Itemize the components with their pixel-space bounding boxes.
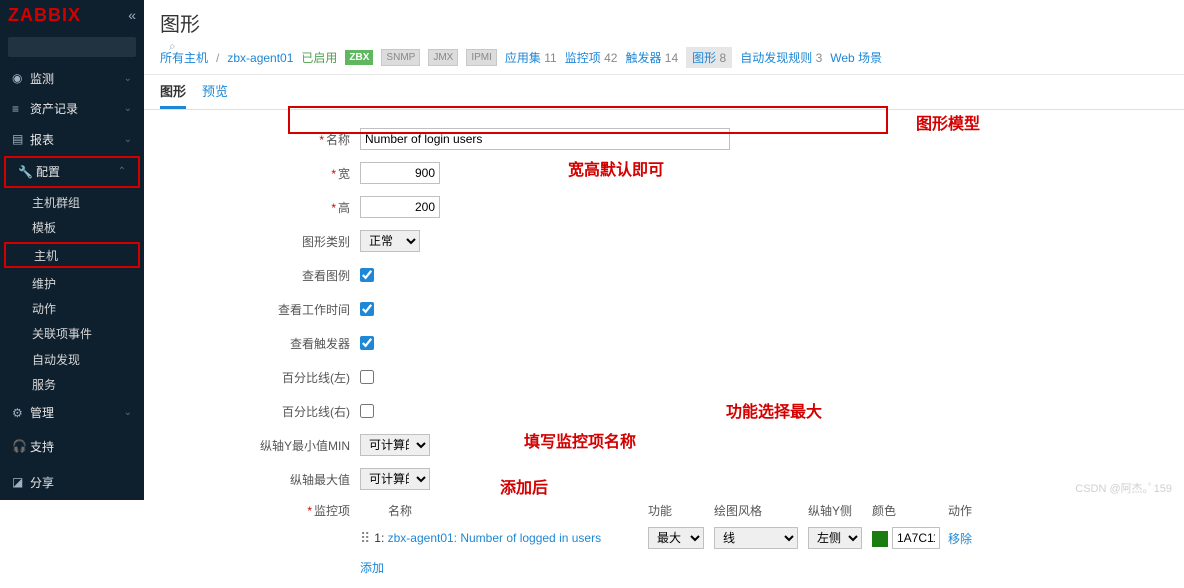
chevron-down-icon: ⌄ (124, 134, 132, 145)
col-yaxis: 纵轴Y侧 (808, 502, 872, 519)
tab-graph[interactable]: 图形 (160, 81, 186, 109)
trigger-checkbox[interactable] (360, 336, 374, 350)
tab-preview[interactable]: 预览 (202, 81, 228, 109)
drag-icon[interactable]: ⠿ (360, 530, 370, 547)
bc-discovery[interactable]: 自动发现规则 3 (740, 49, 822, 66)
fn-select[interactable]: 最大 (648, 527, 704, 549)
width-input[interactable] (360, 162, 440, 184)
nav-admin-label: 管理 (30, 404, 54, 421)
search[interactable]: ⌕ (8, 37, 136, 57)
ymin-select[interactable]: 可计算的 (360, 434, 430, 456)
jmx-badge: JMX (428, 49, 458, 66)
share-icon: ◪ (12, 475, 30, 489)
bc-graphs[interactable]: 图形 8 (686, 47, 732, 68)
chevron-down-icon: ⌄ (124, 73, 132, 84)
col-style: 绘图风格 (714, 502, 808, 519)
color-input[interactable] (892, 527, 940, 549)
legend-label: 查看图例 (160, 267, 360, 284)
nav-monitor-label: 监测 (30, 70, 54, 87)
sub-template[interactable]: 模板 (0, 215, 144, 240)
sub-corr[interactable]: 关联项事件 (0, 321, 144, 346)
nav-share-label: 分享 (30, 474, 54, 491)
bc-triggers[interactable]: 触发器 14 (625, 49, 678, 66)
logo: ZABBIX (8, 5, 81, 26)
sub-action[interactable]: 动作 (0, 296, 144, 321)
height-input[interactable] (360, 196, 440, 218)
item-row: ⠿ 1: zbx-agent01: Number of logged in use… (360, 527, 1168, 549)
sub-hostgroup[interactable]: 主机群组 (0, 190, 144, 215)
chevron-down-icon: ⌄ (124, 407, 132, 418)
yaxis-select[interactable]: 左侧 (808, 527, 862, 549)
enabled-badge: 已启用 (301, 49, 337, 66)
ymax-select[interactable]: 可计算的 (360, 468, 430, 490)
style-select[interactable]: 线 (714, 527, 798, 549)
bc-apps[interactable]: 应用集 11 (505, 49, 557, 66)
chevron-up-icon: ⌃ (118, 166, 126, 177)
nav-support[interactable]: 🎧支持 (0, 428, 144, 464)
width-label: 宽 (338, 167, 350, 181)
eye-icon: ◉ (12, 71, 30, 85)
nav-config-label: 配置 (36, 163, 60, 180)
color-swatch[interactable] (872, 531, 888, 547)
bc-all-hosts[interactable]: 所有主机 (160, 49, 208, 66)
worktime-checkbox[interactable] (360, 302, 374, 316)
col-name: 名称 (360, 502, 648, 519)
type-label: 图形类别 (160, 233, 360, 250)
pleft-checkbox[interactable] (360, 370, 374, 384)
headset-icon: 🎧 (12, 439, 30, 453)
watermark: CSDN @阿杰｡ﾟ159 (1075, 480, 1172, 496)
remove-link[interactable]: 移除 (948, 532, 972, 546)
col-fn: 功能 (648, 502, 714, 519)
item-link[interactable]: zbx-agent01: Number of logged in users (388, 531, 601, 545)
nav-admin[interactable]: ⚙管理 ⌄ (0, 398, 144, 429)
ymax-label: 纵轴最大值 (160, 471, 360, 488)
breadcrumb: 所有主机 / zbx-agent01 已启用 ZBX SNMP JMX IPMI 应用… (144, 41, 1184, 75)
name-label: 名称 (326, 133, 350, 147)
worktime-label: 查看工作时间 (160, 301, 360, 318)
items-label: 监控项 (314, 504, 350, 518)
height-label: 高 (338, 201, 350, 215)
nav-report[interactable]: ▤报表 ⌄ (0, 124, 144, 155)
bc-items[interactable]: 监控项 42 (565, 49, 618, 66)
snmp-badge: SNMP (381, 49, 420, 66)
sub-service[interactable]: 服务 (0, 372, 144, 397)
doc-icon: ▤ (12, 132, 30, 146)
bc-host[interactable]: zbx-agent01 (227, 51, 293, 65)
pleft-label: 百分比线(左) (160, 369, 360, 386)
wrench-icon: 🔧 (18, 165, 36, 179)
trigger-label: 查看触发器 (160, 335, 360, 352)
nav-asset[interactable]: ≡资产记录 ⌄ (0, 93, 144, 124)
chevron-down-icon: ⌄ (124, 103, 132, 114)
sub-host[interactable]: 主机 (4, 242, 140, 268)
col-action: 动作 (948, 502, 1008, 519)
sub-maint[interactable]: 维护 (0, 270, 144, 295)
gear-icon: ⚙ (12, 406, 30, 420)
pright-checkbox[interactable] (360, 404, 374, 418)
collapse-icon[interactable]: « (128, 7, 136, 23)
nav-support-label: 支持 (30, 438, 54, 455)
add-link[interactable]: 添加 (360, 561, 384, 575)
bc-sep: / (216, 51, 219, 65)
legend-checkbox[interactable] (360, 268, 374, 282)
list-icon: ≡ (12, 102, 30, 116)
nav-monitor[interactable]: ◉监测 ⌄ (0, 63, 144, 94)
item-idx: 1: (374, 531, 384, 545)
nav-report-label: 报表 (30, 131, 54, 148)
zbx-badge: ZBX (345, 50, 373, 65)
sub-discovery[interactable]: 自动发现 (0, 347, 144, 372)
ipmi-badge: IPMI (466, 49, 497, 66)
ymin-label: 纵轴Y最小值MIN (160, 437, 360, 454)
col-color: 颜色 (872, 502, 948, 519)
pright-label: 百分比线(右) (160, 403, 360, 420)
name-input[interactable] (360, 128, 730, 150)
nav-share[interactable]: ◪分享 (0, 464, 144, 500)
type-select[interactable]: 正常 (360, 230, 420, 252)
nav-asset-label: 资产记录 (30, 100, 78, 117)
nav-config[interactable]: 🔧配置 ⌃ (4, 156, 140, 187)
bc-web[interactable]: Web 场景 (830, 49, 882, 66)
page-title: 图形 (144, 0, 1184, 41)
